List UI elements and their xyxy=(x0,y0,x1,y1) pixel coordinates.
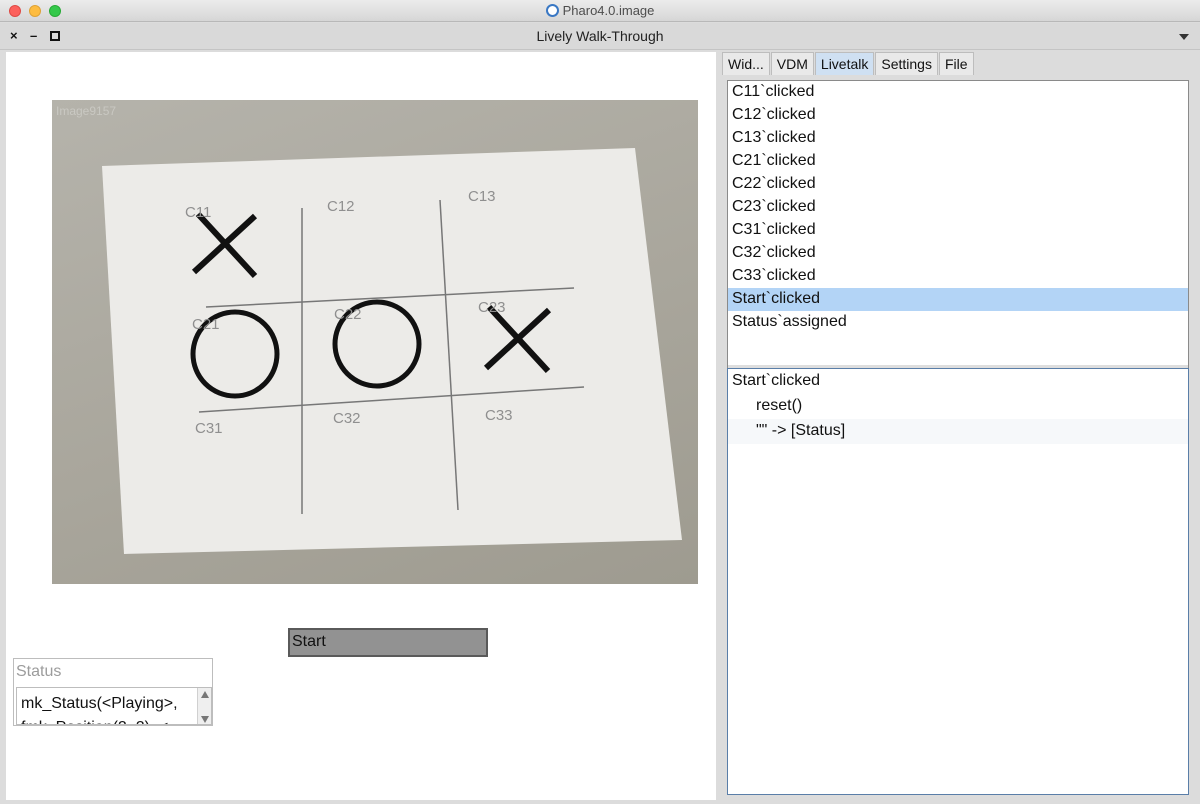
window-title: Lively Walk-Through xyxy=(536,28,664,44)
list-item[interactable]: Status`assigned xyxy=(728,311,1188,334)
list-item[interactable]: C21`clicked xyxy=(728,150,1188,173)
list-item[interactable]: C12`clicked xyxy=(728,104,1188,127)
cell-c22[interactable]: C22 xyxy=(334,306,362,323)
cell-c23[interactable]: C23 xyxy=(478,299,506,316)
list-item[interactable]: C31`clicked xyxy=(728,219,1188,242)
ui-preview-pane: Image9157 C11 C12 C13 C21 C22 C23 C31 C3… xyxy=(6,52,716,800)
status-text: mk_Status(<Playing>, fmk_Position(2, 2),… xyxy=(21,692,184,724)
cell-c12[interactable]: C12 xyxy=(327,198,355,215)
scroll-down-icon[interactable] xyxy=(201,716,209,723)
status-text-line2: fmk_Position(2, 2), <… xyxy=(21,716,184,724)
list-item[interactable]: C32`clicked xyxy=(728,242,1188,265)
os-window-title-text: Pharo4.0.image xyxy=(562,3,655,18)
event-list: C11`clicked C12`clicked C13`clicked C21`… xyxy=(727,80,1189,365)
detail-line-reset: reset() xyxy=(756,397,803,414)
os-titlebar: Pharo4.0.image xyxy=(0,0,1200,22)
cell-c21[interactable]: C21 xyxy=(192,316,220,333)
os-window-title: Pharo4.0.image xyxy=(0,3,1200,18)
board-drawing xyxy=(102,148,682,554)
list-item[interactable]: C13`clicked xyxy=(728,127,1188,150)
tab-livetalk[interactable]: Livetalk xyxy=(814,52,875,75)
tab-vdm[interactable]: VDM xyxy=(770,52,814,75)
status-field: Status mk_Status(<Playing>, fmk_Position… xyxy=(13,658,213,726)
cell-c11[interactable]: C11 xyxy=(185,204,211,221)
status-label: Status xyxy=(16,663,62,680)
photo-caption: Image9157 xyxy=(56,104,117,118)
event-detail-editor[interactable]: Start`clicked reset() "" -> [Status] xyxy=(727,368,1189,795)
list-item[interactable]: C22`clicked xyxy=(728,173,1188,196)
list-item-selected[interactable]: Start`clicked xyxy=(728,288,1188,311)
detail-line-assignment: "" -> [Status] xyxy=(728,419,1188,444)
tab-file[interactable]: File xyxy=(938,52,974,75)
tab-settings[interactable]: Settings xyxy=(875,52,938,75)
cell-c13[interactable]: C13 xyxy=(468,188,496,205)
list-item[interactable]: C33`clicked xyxy=(728,265,1188,288)
status-text-line1: mk_Status(<Playing>, xyxy=(21,695,178,712)
cell-c33[interactable]: C33 xyxy=(485,407,513,424)
status-scrollbar[interactable] xyxy=(197,688,211,724)
start-button[interactable]: Start xyxy=(288,628,488,657)
list-item[interactable]: C23`clicked xyxy=(728,196,1188,219)
scroll-up-icon[interactable] xyxy=(201,691,209,698)
detail-header: Start`clicked xyxy=(732,372,821,389)
status-textbox[interactable]: mk_Status(<Playing>, fmk_Position(2, 2),… xyxy=(16,687,212,725)
tab-widgets[interactable]: Wid... xyxy=(722,52,770,75)
cell-c32[interactable]: C32 xyxy=(333,410,361,427)
pharo-app-icon xyxy=(545,4,559,17)
inspector-pane: Wid... VDM Livetalk Settings File C11`cl… xyxy=(719,52,1194,800)
window-menu-icon[interactable] xyxy=(1179,34,1189,40)
window-titlebar: × – Lively Walk-Through xyxy=(0,23,1200,50)
cell-c31[interactable]: C31 xyxy=(195,420,223,437)
tab-bar: Wid... VDM Livetalk Settings File xyxy=(722,52,975,77)
board-photo: Image9157 C11 C12 C13 C21 C22 C23 C31 C3… xyxy=(52,100,698,584)
list-item[interactable]: C11`clicked xyxy=(728,81,1188,104)
